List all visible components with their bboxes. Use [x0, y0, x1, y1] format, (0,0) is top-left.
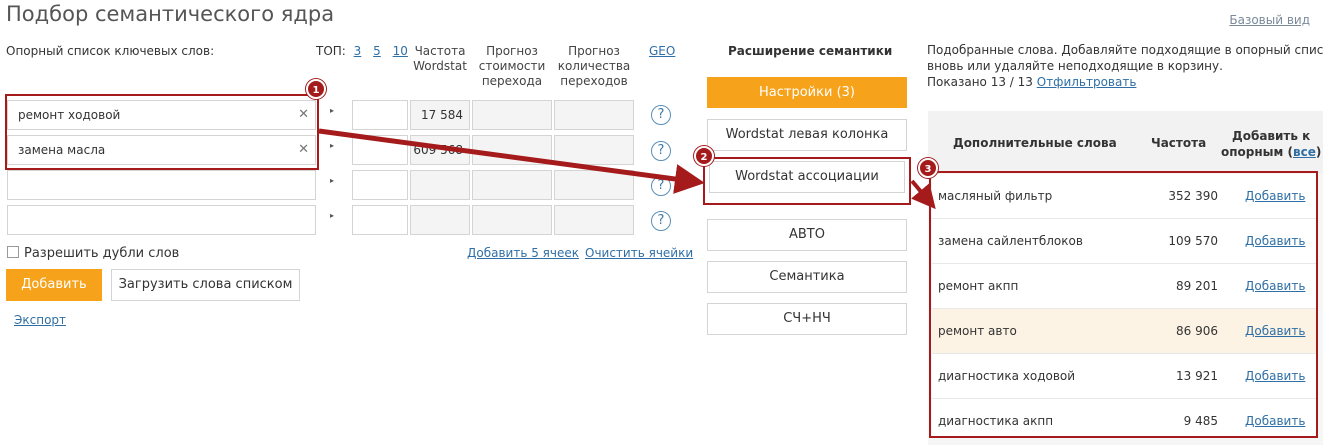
annotation-arrows — [318, 128, 936, 210]
annotation-badge-3: 3 — [918, 158, 938, 178]
annotation-badge-1: 1 — [306, 79, 326, 99]
arrow-2-to-3 — [910, 179, 936, 210]
arrow-1-to-2 — [318, 128, 705, 194]
annotation-badge-2: 2 — [694, 146, 714, 166]
